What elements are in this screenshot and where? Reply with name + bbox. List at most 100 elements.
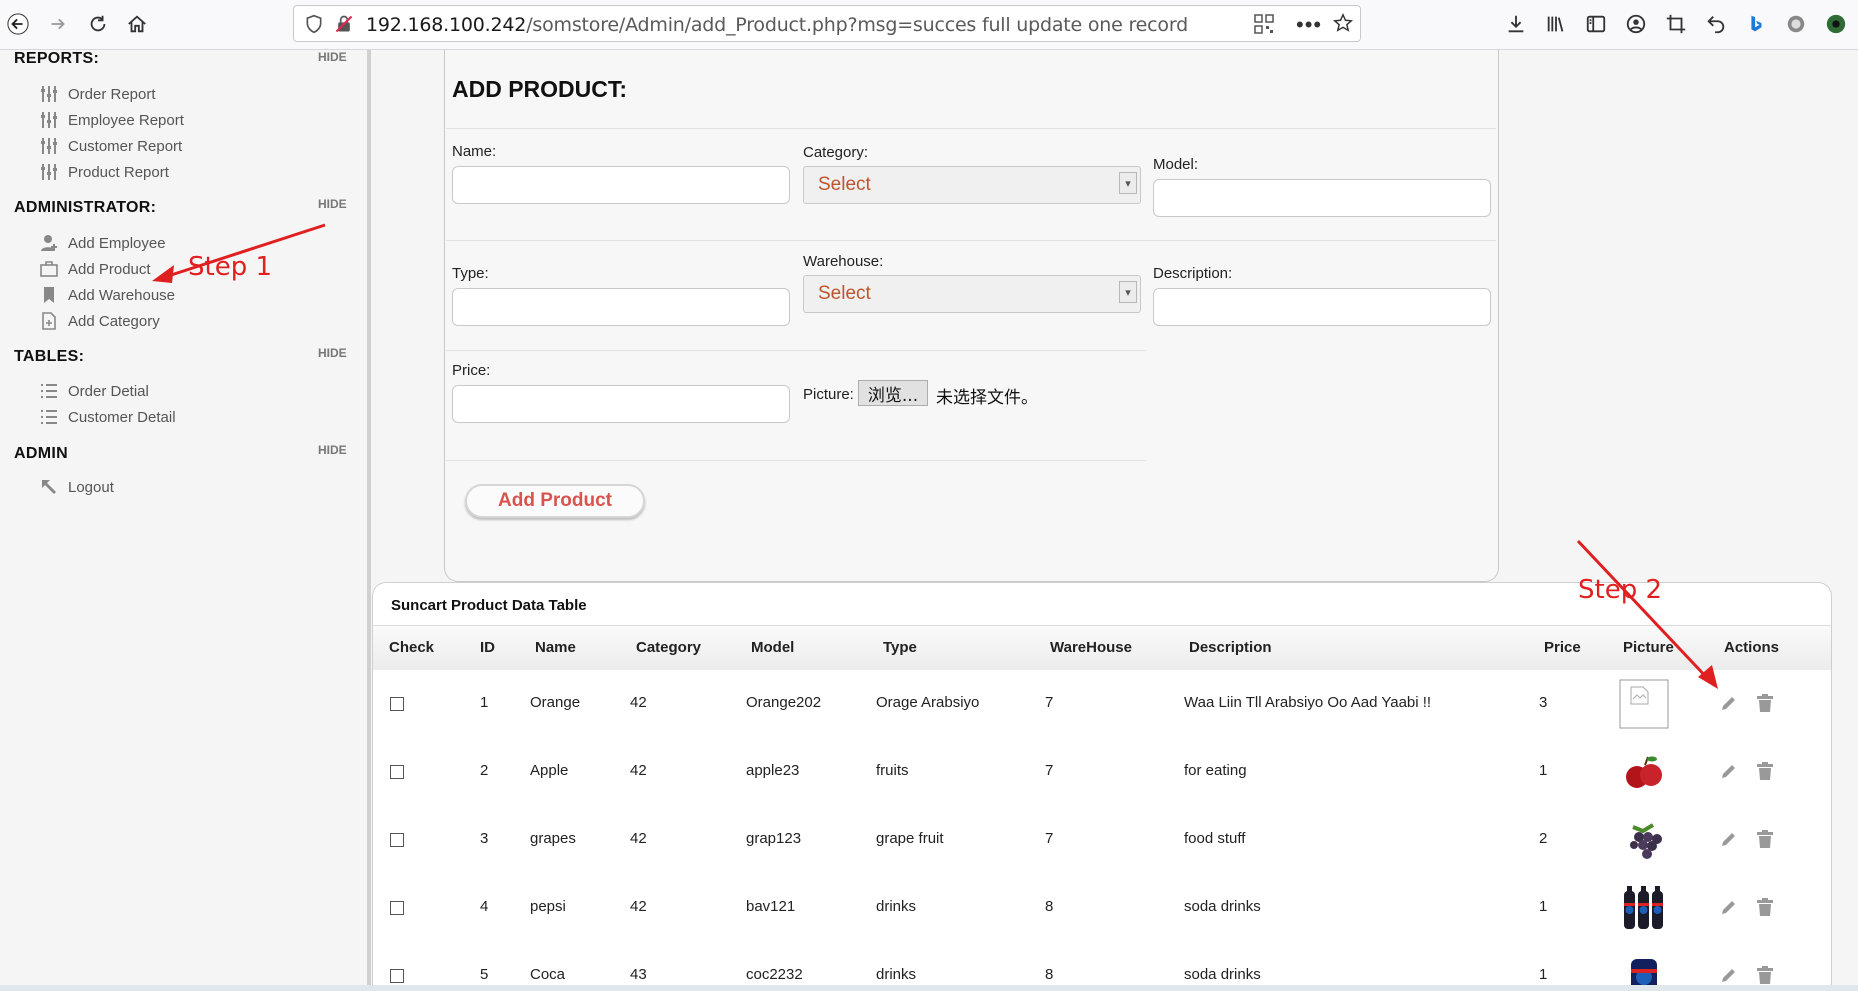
delete-trash-icon[interactable] xyxy=(1754,692,1776,714)
table-row: 2 Apple 42 apple23 fruits 7 for eating 1 xyxy=(373,738,1831,807)
delete-trash-icon[interactable] xyxy=(1754,896,1776,918)
header-category: Category xyxy=(636,639,702,656)
form-title: ADD PRODUCT: xyxy=(452,76,628,102)
cell-category: 42 xyxy=(630,898,647,915)
home-icon[interactable] xyxy=(121,8,153,40)
add-product-button[interactable]: Add Product xyxy=(465,484,645,518)
cell-price: 2 xyxy=(1539,830,1548,847)
type-input[interactable] xyxy=(452,288,790,326)
edit-pencil-icon[interactable] xyxy=(1718,828,1740,850)
cell-description: soda drinks xyxy=(1184,966,1261,983)
account-icon[interactable] xyxy=(1620,8,1652,40)
header-description: Description xyxy=(1189,639,1272,656)
reload-icon[interactable] xyxy=(82,8,114,40)
cell-category: 42 xyxy=(630,830,647,847)
cell-price: 3 xyxy=(1539,694,1548,711)
briefcase-icon xyxy=(38,259,60,279)
sidebar-item-customer-report[interactable]: Customer Report xyxy=(38,135,182,157)
sidebar-item-customer-detail[interactable]: Customer Detail xyxy=(38,406,176,428)
undo-icon[interactable] xyxy=(1700,8,1732,40)
shield-icon[interactable] xyxy=(304,14,324,34)
description-label: Description: xyxy=(1153,265,1233,282)
row-checkbox[interactable] xyxy=(390,901,404,915)
description-input[interactable] xyxy=(1153,288,1491,326)
sidebar: REPORTS: HIDE Order Report Employee Repo… xyxy=(0,50,371,991)
row-checkbox[interactable] xyxy=(390,697,404,711)
admin-section-title: ADMIN xyxy=(14,445,68,462)
sidebar-item-employee-report[interactable]: Employee Report xyxy=(38,109,184,131)
cell-category: 42 xyxy=(630,762,647,779)
cell-price: 1 xyxy=(1539,762,1548,779)
warehouse-select-value: Select xyxy=(818,283,871,304)
cell-type: drinks xyxy=(876,898,917,915)
edit-pencil-icon[interactable] xyxy=(1718,760,1740,782)
sidebar-toggle-icon[interactable] xyxy=(1580,8,1612,40)
table-title: Suncart Product Data Table xyxy=(391,597,587,614)
star-icon[interactable] xyxy=(1332,12,1354,34)
row-checkbox[interactable] xyxy=(390,969,404,983)
model-input[interactable] xyxy=(1153,179,1491,217)
row-checkbox[interactable] xyxy=(390,833,404,847)
url-bar[interactable]: 192.168.100.242/somstore/Admin/add_Produ… xyxy=(293,5,1361,42)
category-select[interactable]: Select ▾ xyxy=(803,166,1141,204)
bookmark-icon xyxy=(38,285,60,305)
more-icon[interactable]: ••• xyxy=(1296,12,1322,38)
forward-icon[interactable] xyxy=(42,8,74,40)
cell-model: coc2232 xyxy=(746,966,803,983)
administrator-hide-toggle[interactable]: HIDE xyxy=(318,197,347,211)
sidebar-item-add-product[interactable]: Add Product xyxy=(38,258,151,280)
delete-trash-icon[interactable] xyxy=(1754,964,1776,986)
name-input[interactable] xyxy=(452,166,790,204)
extension-green-icon[interactable] xyxy=(1820,8,1852,40)
cell-model: apple23 xyxy=(746,762,800,779)
tables-hide-toggle[interactable]: HIDE xyxy=(318,346,347,360)
sidebar-item-product-report[interactable]: Product Report xyxy=(38,161,169,183)
delete-trash-icon[interactable] xyxy=(1754,828,1776,850)
model-label: Model: xyxy=(1153,156,1199,173)
sidebar-item-logout[interactable]: Logout xyxy=(38,476,114,498)
sidebar-item-order-detial[interactable]: Order Detial xyxy=(38,380,149,402)
price-input[interactable] xyxy=(452,385,790,423)
bing-icon[interactable] xyxy=(1740,8,1772,40)
cell-warehouse: 7 xyxy=(1045,762,1054,779)
edit-pencil-icon[interactable] xyxy=(1718,896,1740,918)
form-divider xyxy=(446,350,1146,351)
reports-hide-toggle[interactable]: HIDE xyxy=(318,50,347,64)
delete-trash-icon[interactable] xyxy=(1754,760,1776,782)
cell-model: grap123 xyxy=(746,830,802,847)
reports-section-title: REPORTS: xyxy=(14,50,100,67)
row-checkbox[interactable] xyxy=(390,765,404,779)
cell-warehouse: 7 xyxy=(1045,830,1054,847)
browser-toolbar: 192.168.100.242/somstore/Admin/add_Produ… xyxy=(0,0,1858,50)
sliders-icon xyxy=(38,136,60,156)
warehouse-select[interactable]: Select ▾ xyxy=(803,275,1141,313)
chevron-down-icon: ▾ xyxy=(1119,172,1137,194)
table-row: 3 grapes 42 grap123 grape fruit 7 food s… xyxy=(373,806,1831,875)
library-icon[interactable] xyxy=(1540,8,1572,40)
header-actions: Actions xyxy=(1724,639,1780,656)
url-text: 192.168.100.242/somstore/Admin/add_Produ… xyxy=(366,14,1188,36)
sidebar-item-label: Logout xyxy=(68,478,114,496)
qr-code-icon[interactable] xyxy=(1254,14,1274,34)
edit-pencil-icon[interactable] xyxy=(1718,964,1740,986)
back-icon[interactable] xyxy=(2,8,34,40)
sidebar-item-label: Customer Report xyxy=(68,137,183,155)
cell-name: Coca xyxy=(530,966,566,983)
pepsi-bottles-image xyxy=(1619,883,1669,933)
sidebar-item-add-category[interactable]: Add Category xyxy=(38,310,160,332)
screenshot-crop-icon[interactable] xyxy=(1660,8,1692,40)
sidebar-item-order-report[interactable]: Order Report xyxy=(38,83,156,105)
admin-hide-toggle[interactable]: HIDE xyxy=(318,443,347,457)
logout-arrow-icon xyxy=(38,477,60,497)
cell-description: soda drinks xyxy=(1184,898,1261,915)
insecure-lock-icon[interactable] xyxy=(334,14,354,34)
header-type: Type xyxy=(883,639,917,656)
download-icon[interactable] xyxy=(1500,8,1532,40)
cell-name: grapes xyxy=(530,830,576,847)
edit-pencil-icon[interactable] xyxy=(1718,692,1740,714)
cell-warehouse: 7 xyxy=(1045,694,1054,711)
sidebar-item-label: Customer Detail xyxy=(68,408,176,426)
cell-description: for eating xyxy=(1184,762,1247,779)
browse-file-button[interactable]: 浏览... xyxy=(858,380,928,406)
extension-grey-icon[interactable] xyxy=(1780,8,1812,40)
